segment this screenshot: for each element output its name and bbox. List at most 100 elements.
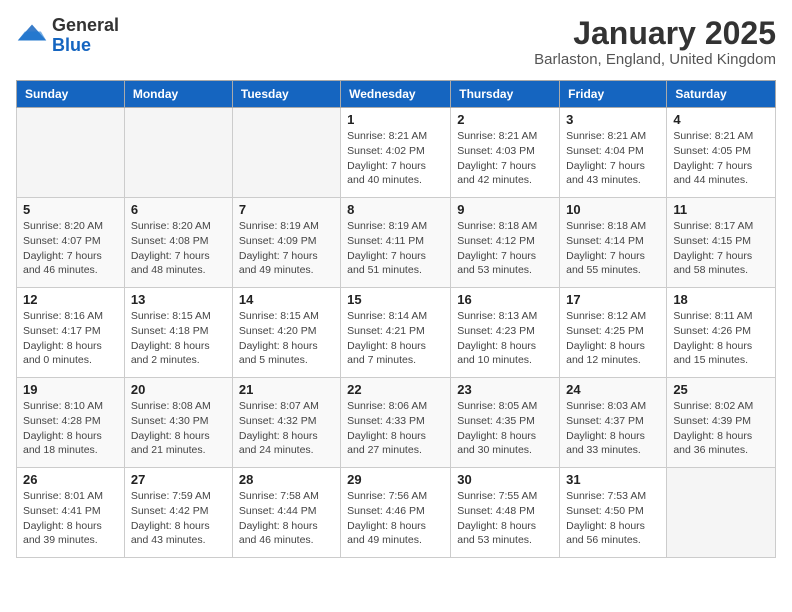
day-number: 24 <box>566 382 660 397</box>
calendar-cell: 17 Sunrise: 8:12 AM Sunset: 4:25 PM Dayli… <box>560 288 667 378</box>
calendar-cell: 21 Sunrise: 8:07 AM Sunset: 4:32 PM Dayli… <box>232 378 340 468</box>
day-info: Sunrise: 8:17 AM Sunset: 4:15 PM Dayligh… <box>673 219 769 278</box>
month-title: January 2025 <box>534 16 776 51</box>
day-info: Sunrise: 8:19 AM Sunset: 4:09 PM Dayligh… <box>239 219 334 278</box>
day-info: Sunrise: 8:18 AM Sunset: 4:12 PM Dayligh… <box>457 219 553 278</box>
header-day-sunday: Sunday <box>17 81 125 108</box>
calendar-cell <box>667 468 776 558</box>
calendar-cell: 4 Sunrise: 8:21 AM Sunset: 4:05 PM Daylig… <box>667 108 776 198</box>
day-info: Sunrise: 8:10 AM Sunset: 4:28 PM Dayligh… <box>23 399 118 458</box>
day-info: Sunrise: 7:53 AM Sunset: 4:50 PM Dayligh… <box>566 489 660 548</box>
calendar-table: SundayMondayTuesdayWednesdayThursdayFrid… <box>16 80 776 558</box>
calendar-cell: 15 Sunrise: 8:14 AM Sunset: 4:21 PM Dayli… <box>341 288 451 378</box>
day-number: 28 <box>239 472 334 487</box>
calendar-cell: 24 Sunrise: 8:03 AM Sunset: 4:37 PM Dayli… <box>560 378 667 468</box>
day-number: 20 <box>131 382 226 397</box>
calendar-cell: 6 Sunrise: 8:20 AM Sunset: 4:08 PM Daylig… <box>124 198 232 288</box>
day-info: Sunrise: 8:16 AM Sunset: 4:17 PM Dayligh… <box>23 309 118 368</box>
day-info: Sunrise: 8:03 AM Sunset: 4:37 PM Dayligh… <box>566 399 660 458</box>
header-day-tuesday: Tuesday <box>232 81 340 108</box>
day-number: 23 <box>457 382 553 397</box>
calendar-cell: 29Sunrise: 7:56 AM Sunset: 4:46 PM Dayli… <box>341 468 451 558</box>
day-number: 9 <box>457 202 553 217</box>
calendar-cell: 2Sunrise: 8:21 AM Sunset: 4:03 PM Daylig… <box>451 108 560 198</box>
calendar-cell: 19 Sunrise: 8:10 AM Sunset: 4:28 PM Dayli… <box>17 378 125 468</box>
day-number: 7 <box>239 202 334 217</box>
day-info: Sunrise: 8:18 AM Sunset: 4:14 PM Dayligh… <box>566 219 660 278</box>
day-info: Sunrise: 8:05 AM Sunset: 4:35 PM Dayligh… <box>457 399 553 458</box>
logo-general-text: General <box>52 16 119 36</box>
header-row: SundayMondayTuesdayWednesdayThursdayFrid… <box>17 81 776 108</box>
day-number: 12 <box>23 292 118 307</box>
day-info: Sunrise: 8:20 AM Sunset: 4:08 PM Dayligh… <box>131 219 226 278</box>
calendar-cell: 14Sunrise: 8:15 AM Sunset: 4:20 PM Dayli… <box>232 288 340 378</box>
calendar-cell: 3Sunrise: 8:21 AM Sunset: 4:04 PM Daylig… <box>560 108 667 198</box>
day-info: Sunrise: 8:08 AM Sunset: 4:30 PM Dayligh… <box>131 399 226 458</box>
calendar-cell: 20 Sunrise: 8:08 AM Sunset: 4:30 PM Dayli… <box>124 378 232 468</box>
day-info: Sunrise: 8:20 AM Sunset: 4:07 PM Dayligh… <box>23 219 118 278</box>
page-header: General Blue January 2025 Barlaston, Eng… <box>16 16 776 68</box>
logo-icon <box>16 22 48 50</box>
day-number: 19 <box>23 382 118 397</box>
day-info: Sunrise: 7:55 AM Sunset: 4:48 PM Dayligh… <box>457 489 553 548</box>
calendar-cell: 13 Sunrise: 8:15 AM Sunset: 4:18 PM Dayli… <box>124 288 232 378</box>
calendar-cell <box>17 108 125 198</box>
day-info: Sunrise: 8:15 AM Sunset: 4:18 PM Dayligh… <box>131 309 226 368</box>
day-number: 6 <box>131 202 226 217</box>
calendar-cell <box>124 108 232 198</box>
day-info: Sunrise: 8:12 AM Sunset: 4:25 PM Dayligh… <box>566 309 660 368</box>
day-info: Sunrise: 8:21 AM Sunset: 4:04 PM Dayligh… <box>566 129 660 188</box>
day-info: Sunrise: 8:19 AM Sunset: 4:11 PM Dayligh… <box>347 219 444 278</box>
week-row-5: 26Sunrise: 8:01 AM Sunset: 4:41 PM Dayli… <box>17 468 776 558</box>
day-info: Sunrise: 8:14 AM Sunset: 4:21 PM Dayligh… <box>347 309 444 368</box>
calendar-cell: 30 Sunrise: 7:55 AM Sunset: 4:48 PM Dayli… <box>451 468 560 558</box>
calendar-cell <box>232 108 340 198</box>
logo-blue-text: Blue <box>52 36 119 56</box>
day-number: 21 <box>239 382 334 397</box>
day-number: 17 <box>566 292 660 307</box>
calendar-cell: 11Sunrise: 8:17 AM Sunset: 4:15 PM Dayli… <box>667 198 776 288</box>
location-text: Barlaston, England, United Kingdom <box>534 51 776 68</box>
day-number: 5 <box>23 202 118 217</box>
week-row-1: 1 Sunrise: 8:21 AM Sunset: 4:02 PM Daylig… <box>17 108 776 198</box>
day-number: 30 <box>457 472 553 487</box>
day-info: Sunrise: 8:21 AM Sunset: 4:05 PM Dayligh… <box>673 129 769 188</box>
day-info: Sunrise: 7:58 AM Sunset: 4:44 PM Dayligh… <box>239 489 334 548</box>
day-number: 22 <box>347 382 444 397</box>
calendar-body: 1 Sunrise: 8:21 AM Sunset: 4:02 PM Daylig… <box>17 108 776 558</box>
day-number: 31 <box>566 472 660 487</box>
calendar-cell: 25 Sunrise: 8:02 AM Sunset: 4:39 PM Dayli… <box>667 378 776 468</box>
calendar-cell: 28 Sunrise: 7:58 AM Sunset: 4:44 PM Dayli… <box>232 468 340 558</box>
day-info: Sunrise: 7:59 AM Sunset: 4:42 PM Dayligh… <box>131 489 226 548</box>
calendar-cell: 26Sunrise: 8:01 AM Sunset: 4:41 PM Dayli… <box>17 468 125 558</box>
week-row-4: 19 Sunrise: 8:10 AM Sunset: 4:28 PM Dayli… <box>17 378 776 468</box>
calendar-cell: 9 Sunrise: 8:18 AM Sunset: 4:12 PM Daylig… <box>451 198 560 288</box>
day-info: Sunrise: 8:07 AM Sunset: 4:32 PM Dayligh… <box>239 399 334 458</box>
day-number: 13 <box>131 292 226 307</box>
header-day-friday: Friday <box>560 81 667 108</box>
calendar-cell: 7 Sunrise: 8:19 AM Sunset: 4:09 PM Daylig… <box>232 198 340 288</box>
calendar-cell: 10Sunrise: 8:18 AM Sunset: 4:14 PM Dayli… <box>560 198 667 288</box>
day-number: 14 <box>239 292 334 307</box>
calendar-cell: 12 Sunrise: 8:16 AM Sunset: 4:17 PM Dayli… <box>17 288 125 378</box>
day-number: 15 <box>347 292 444 307</box>
day-info: Sunrise: 8:11 AM Sunset: 4:26 PM Dayligh… <box>673 309 769 368</box>
calendar-cell: 5 Sunrise: 8:20 AM Sunset: 4:07 PM Daylig… <box>17 198 125 288</box>
day-number: 16 <box>457 292 553 307</box>
day-number: 2 <box>457 112 553 127</box>
day-info: Sunrise: 8:02 AM Sunset: 4:39 PM Dayligh… <box>673 399 769 458</box>
header-day-thursday: Thursday <box>451 81 560 108</box>
calendar-header: SundayMondayTuesdayWednesdayThursdayFrid… <box>17 81 776 108</box>
day-number: 25 <box>673 382 769 397</box>
day-number: 8 <box>347 202 444 217</box>
calendar-cell: 16Sunrise: 8:13 AM Sunset: 4:23 PM Dayli… <box>451 288 560 378</box>
day-number: 18 <box>673 292 769 307</box>
calendar-cell: 22Sunrise: 8:06 AM Sunset: 4:33 PM Dayli… <box>341 378 451 468</box>
day-info: Sunrise: 8:21 AM Sunset: 4:02 PM Dayligh… <box>347 129 444 188</box>
calendar-cell: 27Sunrise: 7:59 AM Sunset: 4:42 PM Dayli… <box>124 468 232 558</box>
day-info: Sunrise: 8:01 AM Sunset: 4:41 PM Dayligh… <box>23 489 118 548</box>
logo: General Blue <box>16 16 119 56</box>
week-row-2: 5 Sunrise: 8:20 AM Sunset: 4:07 PM Daylig… <box>17 198 776 288</box>
day-number: 1 <box>347 112 444 127</box>
day-number: 4 <box>673 112 769 127</box>
